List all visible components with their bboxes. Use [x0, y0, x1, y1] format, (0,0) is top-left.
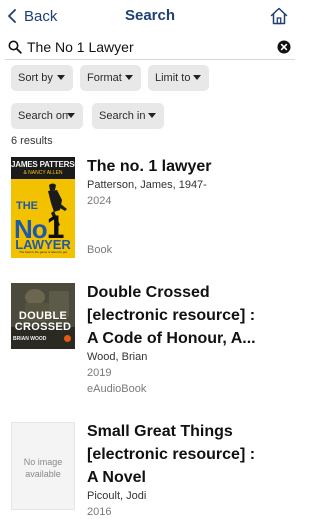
result-title-line: [electronic resource] :: [87, 307, 256, 324]
search-in-label: Search in: [99, 110, 146, 122]
caret-down-icon: [193, 75, 201, 80]
result-format: eAudioBook: [87, 383, 147, 395]
book-cover[interactable]: No image available: [11, 422, 75, 510]
format-dropdown[interactable]: Format: [80, 65, 141, 91]
format-label: Format: [87, 72, 122, 84]
result-year: 2024: [87, 195, 112, 207]
result-format: Book: [87, 244, 113, 256]
search-in-dropdown[interactable]: Search in: [92, 103, 164, 129]
search-on-label: Search on: [18, 110, 69, 122]
result-author: Wood, Brian: [87, 351, 148, 363]
result-title-line: Double Crossed: [87, 284, 210, 301]
result-author: Patterson, James, 1947-: [87, 179, 207, 191]
book-cover[interactable]: JAMES PATTERSON & NANCY ALLEN THE No1 LA…: [11, 157, 75, 258]
clear-circle-icon[interactable]: [277, 40, 291, 54]
result-title-line: A Code of Honour, A...: [87, 330, 256, 347]
book-cover[interactable]: DOUBLE CROSSED BRIAN WOOD: [11, 283, 75, 349]
caret-down-icon: [57, 75, 65, 80]
result-item[interactable]: DOUBLE CROSSED BRIAN WOOD Double Crossed…: [0, 281, 300, 399]
result-title-line: The no. 1 lawyer: [87, 158, 212, 175]
cover-author: BRIAN WOOD: [13, 336, 47, 342]
result-year: 2019: [87, 367, 112, 379]
sort-by-label: Sort by: [18, 72, 53, 84]
search-on-dropdown[interactable]: Search on: [11, 103, 83, 129]
results-count: 6 results: [11, 135, 53, 147]
result-year: 2016: [87, 506, 112, 518]
limit-to-dropdown[interactable]: Limit to: [148, 65, 209, 91]
result-item[interactable]: JAMES PATTERSON & NANCY ALLEN THE No1 LA…: [0, 155, 300, 265]
magnifier-icon: [8, 40, 22, 54]
result-title[interactable]: Small Great Things [electronic resource]…: [87, 420, 287, 489]
result-title-line: Small Great Things: [87, 423, 233, 440]
caret-down-icon: [148, 113, 156, 118]
home-icon[interactable]: [269, 6, 289, 26]
page-title: Search: [124, 7, 176, 24]
search-bar: [5, 35, 295, 60]
result-title[interactable]: Double Crossed [electronic resource] : A…: [87, 281, 287, 350]
result-title-line: [electronic resource] :: [87, 446, 256, 463]
cover-title-crossed: CROSSED: [14, 321, 72, 333]
result-title-line: A Novel: [87, 469, 146, 486]
search-input[interactable]: [27, 37, 272, 57]
no-image-placeholder: No image available: [23, 457, 63, 479]
result-title[interactable]: The no. 1 lawyer: [87, 155, 287, 178]
navigation-bar: Back Search: [0, 0, 300, 32]
limit-to-label: Limit to: [155, 72, 191, 84]
result-item[interactable]: No image available Small Great Things [e…: [0, 420, 300, 519]
publisher-logo-icon: [64, 335, 71, 342]
result-author: Picoult, Jodi: [87, 490, 147, 502]
caret-down-icon: [67, 113, 75, 118]
cover-tagline: The best in the game is about to get: [19, 250, 67, 254]
sort-by-dropdown[interactable]: Sort by: [11, 65, 73, 91]
caret-down-icon: [125, 75, 133, 80]
